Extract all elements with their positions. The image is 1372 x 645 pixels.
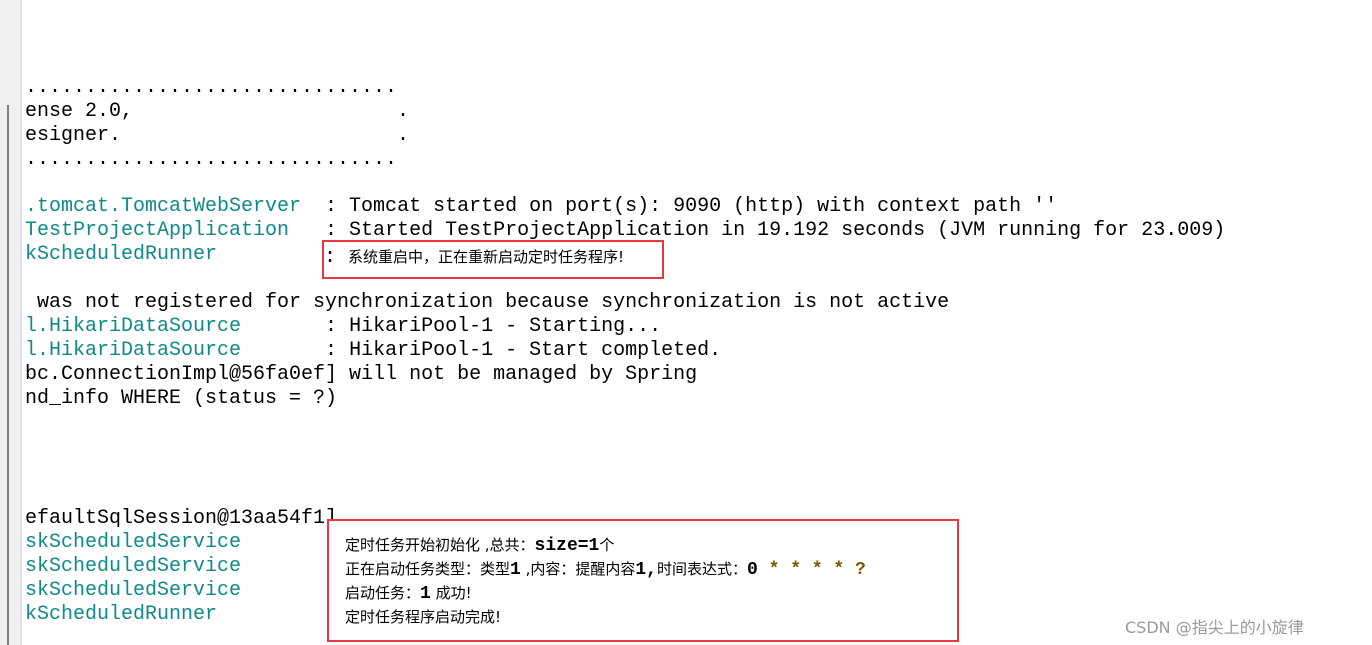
- init-message-line: 定时任务程序启动完成!: [345, 608, 502, 626]
- console-line: kScheduledRunner: [25, 603, 218, 626]
- console-line: ense 2.0, .: [25, 100, 410, 123]
- init-message-line: 启动任务：1 成功!: [345, 584, 472, 604]
- console-line: kScheduledRunner: [25, 243, 218, 266]
- console-line: ...............................: [25, 76, 398, 99]
- watermark: CSDN @指尖上的小旋律: [1125, 618, 1304, 637]
- highlight-box-restart: : 系统重启中，正在重新启动定时任务程序!: [322, 240, 664, 279]
- console-line: efaultSqlSession@13aa54f1]: [25, 507, 338, 530]
- init-message-line: 定时任务开始初始化 ,总共：size=1个: [345, 536, 615, 556]
- console-line: l.HikariDataSource : HikariPool-1 - Star…: [25, 339, 722, 362]
- init-message-line: 正在启动任务类型：类型1 ,内容：提醒内容1,时间表达式：0 * * * * ?: [345, 560, 866, 580]
- console-line: nd_info WHERE (status = ?): [25, 387, 338, 410]
- editor-gutter: [0, 0, 22, 645]
- restart-message: : 系统重启中，正在重新启动定时任务程序!: [324, 246, 625, 269]
- scrollbar[interactable]: [7, 105, 9, 645]
- console-line: esigner. .: [25, 124, 410, 147]
- console-line: bc.ConnectionImpl@56fa0ef] will not be m…: [25, 363, 698, 386]
- console-line: skScheduledService: [25, 531, 242, 554]
- console-line: skScheduledService: [25, 555, 242, 578]
- console-line: .tomcat.TomcatWebServer : Tomcat started…: [25, 195, 1058, 218]
- console-line: ...............................: [25, 148, 398, 171]
- highlight-box-init: 定时任务开始初始化 ,总共：size=1个 正在启动任务类型：类型1 ,内容：提…: [327, 519, 959, 642]
- console-line: skScheduledService: [25, 579, 242, 602]
- console-line: l.HikariDataSource : HikariPool-1 - Star…: [25, 315, 662, 338]
- console-line: was not registered for synchronization b…: [25, 291, 950, 314]
